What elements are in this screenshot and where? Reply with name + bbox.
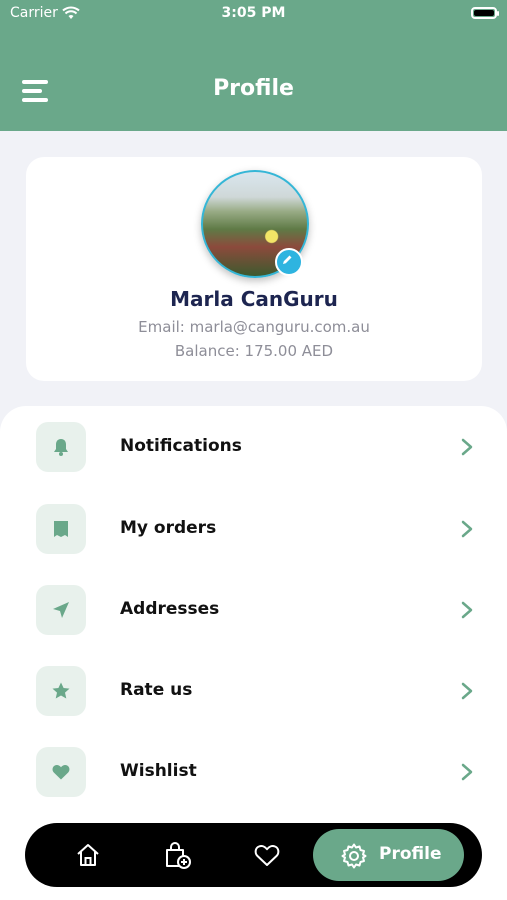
profile-balance: Balance: 175.00 AED	[174, 342, 334, 360]
menu-item-rate-us[interactable]: Rate us	[0, 656, 507, 726]
tab-wishlist[interactable]	[252, 840, 282, 870]
icon-box	[36, 747, 86, 797]
receipt-icon	[54, 521, 68, 537]
menu-item-label: Addresses	[120, 599, 220, 619]
menu-item-label: Wishlist	[120, 761, 197, 781]
shopping-bag-add-icon	[166, 842, 191, 869]
icon-box	[36, 504, 86, 554]
tab-cart[interactable]	[162, 840, 192, 870]
pencil-icon	[283, 255, 292, 264]
menu-item-label: Notifications	[120, 436, 242, 456]
bottom-tab-bar: Profile	[25, 823, 482, 887]
profile-card: Marla CanGuru Email: marla@canguru.com.a…	[26, 157, 482, 381]
chevron-right-icon	[461, 601, 473, 619]
home-icon	[77, 844, 99, 866]
app-header: Carrier 3:05 PM Profile	[0, 0, 507, 131]
status-time: 3:05 PM	[221, 5, 286, 21]
menu-item-label: Rate us	[120, 680, 193, 700]
icon-box	[36, 666, 86, 716]
chevron-right-icon	[461, 763, 473, 781]
icon-box	[36, 422, 86, 472]
menu-item-notifications[interactable]: Notifications	[0, 412, 507, 482]
chevron-right-icon	[461, 438, 473, 456]
menu-item-my-orders[interactable]: My orders	[0, 494, 507, 564]
menu-item-label: My orders	[120, 518, 217, 538]
menu-item-addresses[interactable]: Addresses	[0, 575, 507, 645]
battery-icon	[471, 7, 499, 19]
icon-box	[36, 585, 86, 635]
tab-profile-label: Profile	[379, 844, 442, 864]
tab-profile[interactable]: Profile	[313, 829, 464, 881]
profile-name: Marla CanGuru	[170, 287, 338, 311]
profile-email: Email: marla@canguru.com.au	[138, 318, 370, 336]
location-arrow-icon	[53, 602, 69, 618]
page-title: Profile	[213, 76, 294, 101]
avatar-container	[201, 170, 309, 278]
chevron-right-icon	[461, 682, 473, 700]
heart-icon	[52, 765, 70, 780]
edit-avatar-button[interactable]	[275, 248, 303, 276]
bell-icon	[54, 439, 68, 456]
chevron-right-icon	[461, 520, 473, 538]
tab-home[interactable]	[73, 840, 103, 870]
star-icon	[52, 682, 70, 699]
status-bar: Carrier 3:05 PM	[0, 0, 507, 30]
heart-outline-icon	[254, 845, 280, 866]
gear-icon	[341, 843, 367, 869]
menu-item-wishlist[interactable]: Wishlist	[0, 737, 507, 807]
